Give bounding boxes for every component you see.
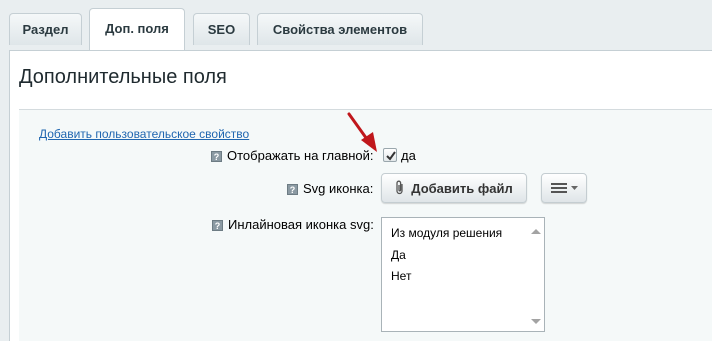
red-arrow-annotation xyxy=(347,112,377,152)
scroll-up-arrow-icon[interactable] xyxy=(531,229,541,234)
field-row-svg-icon: ? Svg иконка: xyxy=(287,181,373,196)
checkbox-label: да xyxy=(401,148,416,163)
field-label: Инлайновая иконка svg: xyxy=(228,217,374,232)
inline-svg-select[interactable]: Из модуля решения Да Нет xyxy=(381,217,545,332)
field-label: Svg иконка: xyxy=(303,181,374,196)
tab-razdel[interactable]: Раздел xyxy=(9,13,82,45)
tab-element-properties[interactable]: Свойства элементов xyxy=(257,13,423,45)
paperclip-icon xyxy=(396,180,403,195)
tab-label: Доп. поля xyxy=(105,21,169,36)
question-hint-icon[interactable]: ? xyxy=(287,184,298,196)
tab-seo[interactable]: SEO xyxy=(193,13,250,45)
tab-dop-polya[interactable]: Доп. поля xyxy=(89,8,185,50)
section-title: Дополнительные поля xyxy=(19,66,227,88)
tab-bar: Раздел Доп. поля SEO Свойства элементов xyxy=(0,0,712,50)
add-file-button[interactable]: Добавить файл xyxy=(381,173,527,203)
tab-label: Свойства элементов xyxy=(272,22,408,37)
file-menu-button[interactable] xyxy=(541,173,587,203)
question-hint-icon[interactable]: ? xyxy=(212,220,223,232)
scroll-down-arrow-icon[interactable] xyxy=(531,319,541,324)
checkmark-icon xyxy=(386,151,396,161)
select-option[interactable]: Нет xyxy=(391,269,411,283)
button-label: Добавить файл xyxy=(411,180,513,196)
question-hint-icon[interactable]: ? xyxy=(211,151,222,163)
tab-label: SEO xyxy=(207,22,236,37)
select-option[interactable]: Да xyxy=(391,248,406,262)
tab-label: Раздел xyxy=(22,22,69,37)
show-on-main-checkbox[interactable] xyxy=(383,148,397,162)
scrollbar[interactable] xyxy=(527,218,544,331)
select-option[interactable]: Из модуля решения xyxy=(391,226,502,240)
add-property-link[interactable]: Добавить пользовательское свойство xyxy=(39,127,249,141)
chevron-down-icon xyxy=(570,186,578,190)
field-row-inline-svg: ? Инлайновая иконка svg: xyxy=(212,217,374,232)
hamburger-menu-icon xyxy=(550,183,567,193)
